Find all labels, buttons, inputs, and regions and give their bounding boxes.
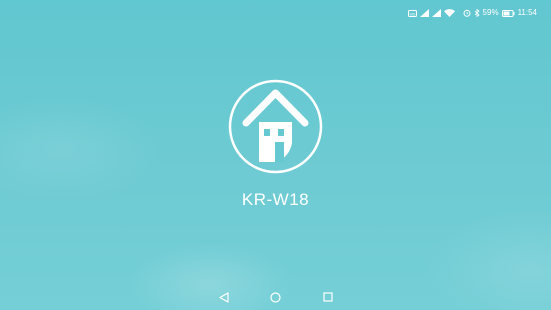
app-title: KR-W18: [241, 190, 310, 209]
home-circle-icon: [270, 291, 281, 303]
status-time: 11:54: [517, 8, 537, 17]
app-logo: [228, 79, 323, 174]
splash-screen: HD 59% 11:54 KR-W18: [0, 0, 551, 310]
wifi-icon: [443, 9, 455, 17]
signal-icon: [419, 9, 429, 17]
recents-button[interactable]: [321, 290, 335, 304]
alarm-icon: [463, 9, 471, 17]
bluetooth-icon: [474, 9, 480, 17]
status-left-group: HD: [407, 9, 455, 17]
back-button[interactable]: [217, 290, 231, 304]
home-button[interactable]: [269, 290, 283, 304]
hd-icon: HD: [407, 9, 417, 17]
status-bar: HD 59% 11:54: [0, 0, 551, 26]
status-right-group: 59% 11:54: [463, 9, 537, 17]
battery-percent: 59%: [482, 8, 499, 17]
back-triangle-icon: [218, 291, 229, 303]
svg-text:HD: HD: [409, 11, 415, 16]
house-icon: [228, 79, 323, 174]
navigation-bar: [0, 284, 551, 310]
signal-icon: [431, 9, 441, 17]
battery-icon: [501, 9, 515, 17]
recents-square-icon: [322, 292, 333, 302]
